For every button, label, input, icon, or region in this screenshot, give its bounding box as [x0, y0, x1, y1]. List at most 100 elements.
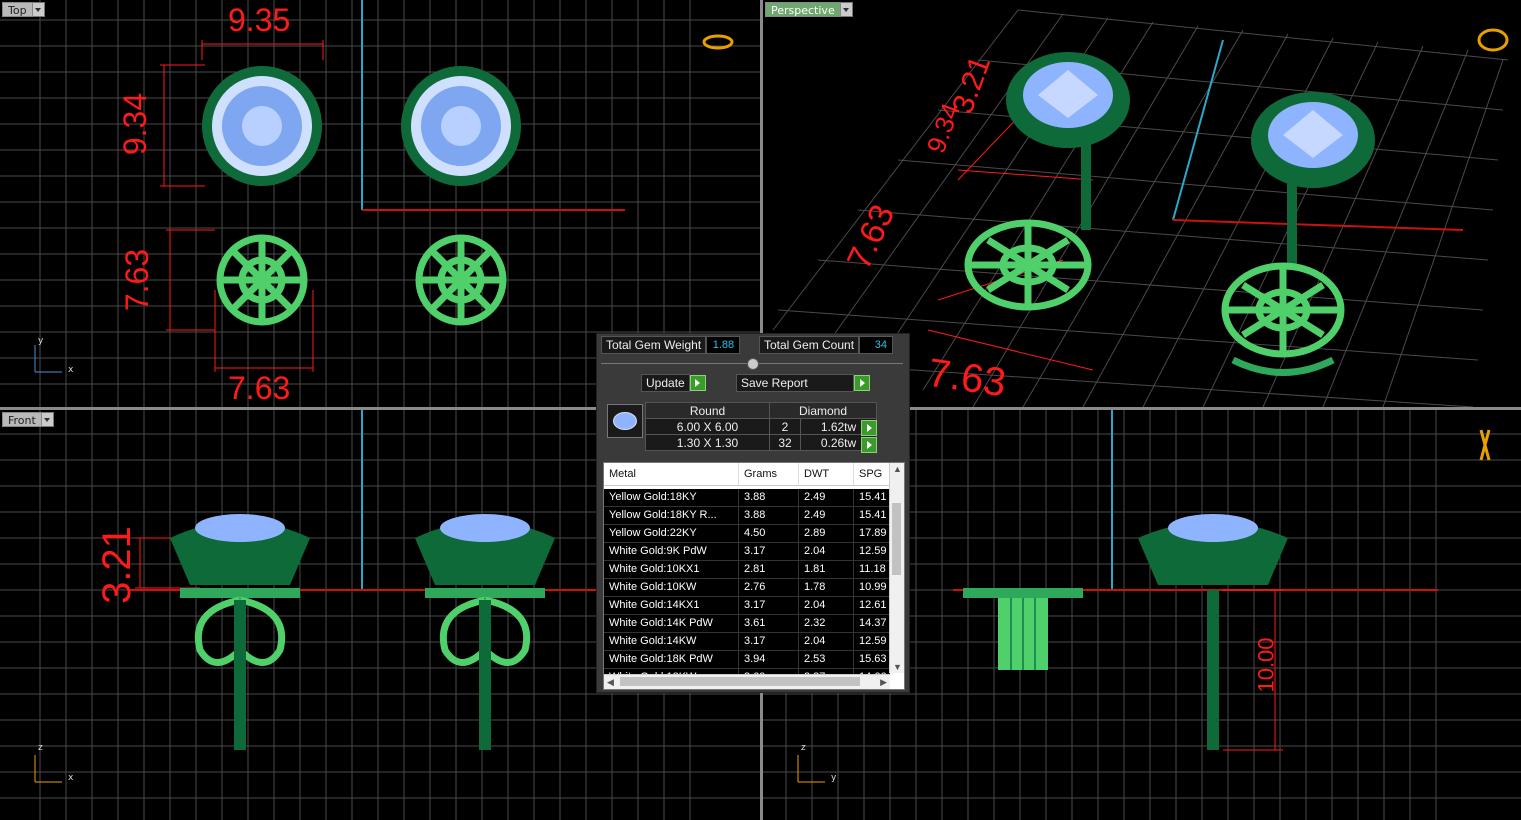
metal-grams: 3.17 [739, 597, 799, 614]
persp-jacket-left [964, 219, 1092, 311]
axis-y-label: y [831, 773, 837, 783]
chevron-down-icon[interactable] [840, 2, 853, 17]
metal-name: White Gold:9K PdW [604, 543, 739, 560]
metal-dwt: 2.89 [799, 525, 854, 542]
round-gem-icon [607, 404, 643, 438]
play-icon[interactable] [854, 375, 870, 391]
scroll-up-icon[interactable]: ▲ [893, 463, 902, 475]
scroll-right-icon[interactable]: ▶ [880, 676, 887, 688]
gem-count: 32 [769, 434, 801, 451]
metal-spg: 11.18 [854, 561, 890, 578]
top-jacket-right [415, 234, 507, 326]
metal-dwt: 1.81 [799, 561, 854, 578]
metal-spg: 10.99 [854, 579, 890, 596]
metal-spg: 12.61 [854, 597, 890, 614]
metal-row[interactable]: Yellow Gold:22KY 4.50 2.89 17.89 [604, 525, 890, 543]
chevron-down-icon[interactable] [41, 412, 54, 427]
col-spg[interactable]: SPG [854, 463, 890, 485]
metal-name: White Gold:14K PdW [604, 615, 739, 632]
right-jacket-side [963, 588, 1083, 670]
metal-row[interactable]: Yellow Gold:18KY 3.88 2.49 15.41 [604, 489, 890, 507]
axis-x-label: x [68, 365, 74, 375]
metal-row[interactable]: White Gold:14KW 3.17 2.04 12.59 [604, 633, 890, 651]
metal-weight-list[interactable]: Metal Grams DWT SPG Yellow Gold:18KY 3.88… [603, 462, 905, 690]
metal-grams: 3.88 [739, 507, 799, 524]
metal-grams: 4.50 [739, 525, 799, 542]
vertical-scrollbar[interactable]: ▲ ▼ [889, 463, 904, 673]
total-gem-weight-value: 1.88 [706, 336, 741, 354]
viewport-name[interactable]: Front [2, 412, 42, 427]
gem-table: Round Diamond 6.00 X 6.00 2 1.62tw 1.30 … [645, 402, 877, 451]
total-gem-weight-label: Total Gem Weight [601, 336, 707, 354]
axis-z-label: z [801, 743, 806, 753]
chevron-down-icon[interactable] [32, 2, 45, 17]
axis-y-label: y [38, 336, 44, 346]
metal-dwt: 1.78 [799, 579, 854, 596]
horizontal-scrollbar[interactable]: ◀ ▶ [604, 674, 890, 689]
metal-spg: 15.41 [854, 489, 890, 506]
top-halo-right [401, 66, 521, 186]
metal-dwt: 2.49 [799, 507, 854, 524]
play-icon[interactable] [689, 375, 706, 391]
metal-grams: 3.88 [739, 489, 799, 506]
metal-dwt: 2.04 [799, 633, 854, 650]
scroll-down-icon[interactable]: ▼ [893, 661, 902, 673]
gem-row: 1.30 X 1.30 32 0.26tw [645, 434, 877, 451]
metal-name: Yellow Gold:18KY R... [604, 507, 739, 524]
dim-top-jacket-width: 7.63 [228, 370, 291, 406]
dim-top-jacket-height: 7.63 [119, 248, 156, 312]
ring-icon [1477, 28, 1509, 52]
metal-row[interactable]: White Gold:10KX1 2.81 1.81 11.18 [604, 561, 890, 579]
metal-dwt: 2.32 [799, 615, 854, 632]
metal-grams: 3.61 [739, 615, 799, 632]
total-gem-count: Total Gem Count 34 [759, 336, 894, 354]
metal-name: Yellow Gold:22KY [604, 525, 739, 542]
metal-dwt: 2.04 [799, 597, 854, 614]
total-gem-count-label: Total Gem Count [759, 336, 860, 354]
col-dwt[interactable]: DWT [799, 463, 854, 485]
viewport-label-top[interactable]: Top [2, 2, 45, 17]
scroll-thumb[interactable] [892, 503, 901, 575]
collapse-handle-icon[interactable] [747, 358, 759, 370]
total-gem-weight: Total Gem Weight 1.88 [601, 336, 741, 354]
metal-row[interactable]: Yellow Gold:18KY R... 3.88 2.49 15.41 [604, 507, 890, 525]
metal-grams: 3.94 [739, 651, 799, 668]
metal-row[interactable]: White Gold:18K PdW 3.94 2.53 15.63 [604, 651, 890, 669]
gem-row: 6.00 X 6.00 2 1.62tw [645, 418, 877, 435]
col-grams[interactable]: Grams [739, 463, 799, 485]
metal-row[interactable]: White Gold:10KW 2.76 1.78 10.99 [604, 579, 890, 597]
dim-persp-d: 7.63 [925, 350, 1009, 406]
gem-size: 6.00 X 6.00 [645, 418, 770, 435]
metal-spg: 12.59 [854, 543, 890, 560]
persp-halo-left [1006, 52, 1130, 230]
dim-front-height: 3.21 [94, 526, 139, 604]
save-report-button[interactable]: Save Report [736, 374, 870, 392]
metal-spg: 17.89 [854, 525, 890, 542]
metal-name: Yellow Gold:18KY [604, 489, 739, 506]
viewport-name[interactable]: Perspective [765, 2, 841, 17]
metal-spg: 15.41 [854, 507, 890, 524]
metal-grams: 2.76 [739, 579, 799, 596]
update-button[interactable]: Update [641, 374, 706, 392]
metal-row[interactable]: White Gold:9K PdW 3.17 2.04 12.59 [604, 543, 890, 561]
metal-grams: 3.17 [739, 633, 799, 650]
scroll-left-icon[interactable]: ◀ [607, 676, 614, 688]
gem-row-select-button[interactable] [861, 437, 877, 453]
viewport-label-perspective[interactable]: Perspective [765, 2, 853, 17]
dim-top-height: 9.34 [117, 92, 154, 156]
metal-name: White Gold:14KX1 [604, 597, 739, 614]
col-metal[interactable]: Metal [604, 463, 739, 485]
metal-row[interactable]: White Gold:14K PdW 3.61 2.32 14.37 [604, 615, 890, 633]
gem-row-select-button[interactable] [861, 420, 877, 436]
metal-dwt: 2.49 [799, 489, 854, 506]
viewport-name[interactable]: Top [2, 2, 33, 17]
update-label[interactable]: Update [641, 374, 690, 392]
scroll-thumb[interactable] [620, 677, 860, 686]
axis-x-label: x [68, 773, 74, 783]
save-report-label[interactable]: Save Report [736, 374, 854, 392]
metal-grams: 2.81 [739, 561, 799, 578]
viewport-label-front[interactable]: Front [2, 412, 54, 427]
metal-name: White Gold:10KX1 [604, 561, 739, 578]
metal-row[interactable]: White Gold:14KX1 3.17 2.04 12.61 [604, 597, 890, 615]
metal-name: White Gold:10KW [604, 579, 739, 596]
